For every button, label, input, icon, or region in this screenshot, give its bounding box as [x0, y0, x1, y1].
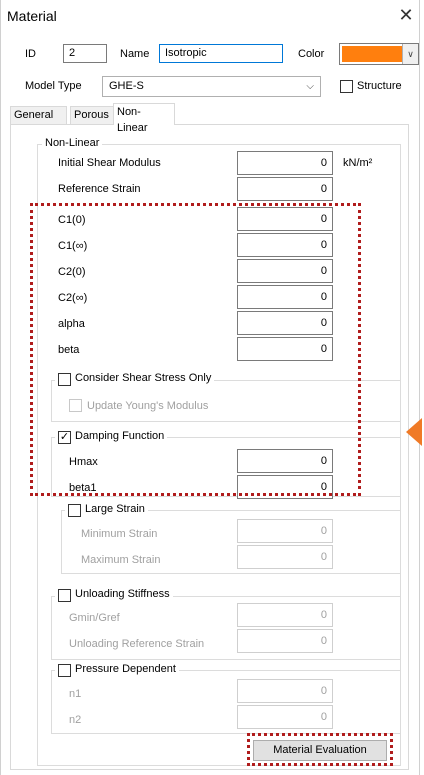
id-label: ID: [25, 48, 36, 60]
reference-strain-label: Reference Strain: [58, 183, 141, 195]
large-strain-checkbox[interactable]: [68, 504, 81, 517]
n1-field[interactable]: 0: [237, 679, 333, 703]
update-young-checkbox[interactable]: [69, 399, 82, 412]
param-label: beta: [58, 344, 80, 356]
min-strain-label: Minimum Strain: [81, 528, 158, 540]
gmin-gref-label: Gmin/Gref: [69, 612, 120, 624]
reference-strain-field[interactable]: 0: [237, 177, 333, 201]
pressure-group: [51, 670, 401, 734]
param-label: C2(0): [58, 266, 86, 278]
material-dialog: Material ✕ ID 2 Name Isotropic Color ∨ M…: [0, 0, 420, 775]
pressure-checkbox[interactable]: [58, 664, 71, 677]
close-icon[interactable]: ✕: [396, 5, 416, 26]
param-label: C1(∞): [58, 240, 88, 252]
structure-checkbox[interactable]: [340, 80, 353, 93]
gmin-gref-field[interactable]: 0: [237, 603, 333, 627]
hmax-field[interactable]: 0: [237, 449, 333, 473]
unloading-ref-strain-label: Unloading Reference Strain: [69, 638, 205, 650]
tab-non-linear[interactable]: Non-Linear: [113, 103, 175, 134]
damping-label: Damping Function: [55, 430, 168, 442]
max-strain-field[interactable]: 0: [237, 545, 333, 569]
param-label: alpha: [58, 318, 85, 330]
consider-shear-checkbox[interactable]: [58, 373, 71, 386]
id-field[interactable]: 2: [63, 44, 107, 63]
color-label: Color: [298, 48, 325, 60]
hmax-label: Hmax: [69, 456, 98, 468]
update-young-label: Update Young's Modulus: [87, 400, 209, 412]
chevron-down-icon[interactable]: ∨: [402, 44, 418, 64]
model-type-label: Model Type: [25, 80, 82, 92]
param-field[interactable]: 0: [237, 259, 333, 283]
param-label: C1(0): [58, 214, 86, 226]
pressure-label: Pressure Dependent: [55, 663, 179, 675]
damping-checkbox[interactable]: ✓: [58, 431, 71, 444]
tab-general[interactable]: General: [10, 106, 67, 124]
model-type-value: GHE-S: [109, 80, 144, 92]
dialog-title: Material: [7, 8, 57, 24]
param-field[interactable]: 0: [237, 233, 333, 257]
param-field[interactable]: 0: [237, 207, 333, 231]
unloading-label: Unloading Stiffness: [55, 588, 173, 600]
structure-label: Structure: [357, 80, 402, 92]
chevron-down-icon: ⌵: [306, 81, 314, 92]
unit-label: kN/m²: [343, 157, 373, 169]
model-type-select[interactable]: GHE-S ⌵: [102, 76, 321, 97]
unloading-group: [51, 596, 401, 660]
param-field[interactable]: 0: [237, 311, 333, 335]
color-swatch: [342, 46, 402, 62]
unloading-checkbox[interactable]: [58, 589, 71, 602]
n1-label: n1: [69, 688, 82, 700]
beta1-label: beta1: [69, 482, 97, 494]
n2-field[interactable]: 0: [237, 705, 333, 729]
unloading-ref-strain-field[interactable]: 0: [237, 629, 333, 653]
non-linear-group-label: Non-Linear: [42, 137, 103, 149]
param-field[interactable]: 0: [237, 337, 333, 361]
tab-porous[interactable]: Porous: [70, 106, 115, 124]
max-strain-label: Maximum Strain: [81, 554, 161, 566]
min-strain-field[interactable]: 0: [237, 519, 333, 543]
n2-label: n2: [69, 714, 82, 726]
callout-arrow: [406, 418, 422, 446]
name-label: Name: [120, 48, 150, 60]
param-field[interactable]: 0: [237, 285, 333, 309]
initial-shear-modulus-field[interactable]: 0: [237, 151, 333, 175]
param-label: C2(∞): [58, 292, 88, 304]
color-picker[interactable]: ∨: [339, 43, 419, 65]
consider-shear-label: Consider Shear Stress Only: [55, 372, 215, 384]
beta1-field[interactable]: 0: [237, 475, 333, 499]
damping-group: [51, 437, 401, 497]
initial-shear-modulus-label: Initial Shear Modulus: [58, 157, 161, 169]
material-evaluation-button[interactable]: Material Evaluation: [253, 740, 387, 761]
name-field[interactable]: Isotropic: [159, 44, 283, 63]
